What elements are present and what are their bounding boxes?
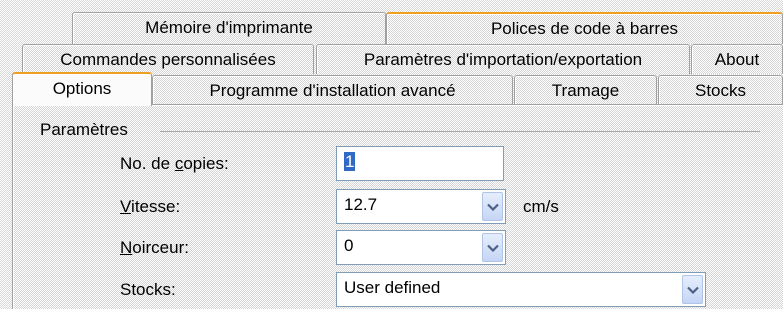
tab-polices-code-barres[interactable]: Polices de code à barres <box>386 12 783 44</box>
tab-label: About <box>714 50 760 69</box>
copies-input[interactable]: 1 <box>336 146 504 181</box>
tab-options[interactable]: Options <box>12 72 152 106</box>
speed-value: 12.7 <box>344 195 378 214</box>
stocks-dropdown-button[interactable] <box>682 275 703 304</box>
tab-stocks[interactable]: Stocks <box>658 75 783 104</box>
darkness-value: 0 <box>344 236 354 255</box>
group-divider <box>160 131 760 132</box>
tab-memoire-imprimante[interactable]: Mémoire d'imprimante <box>72 12 386 44</box>
tab-label: Tramage <box>551 81 620 100</box>
tab-programme-installation-avance[interactable]: Programme d'installation avancé <box>152 75 513 104</box>
tab-label: Stocks <box>694 81 747 100</box>
stocks-value: User defined <box>344 278 441 297</box>
speed-label: Vitesse: <box>120 197 181 216</box>
chevron-down-icon <box>486 244 499 252</box>
darkness-select[interactable]: 0 <box>336 230 506 265</box>
tab-commandes-personnalisees[interactable]: Commandes personnalisées <box>22 44 314 74</box>
speed-select[interactable]: 12.7 <box>336 189 506 224</box>
copies-value: 1 <box>344 152 356 171</box>
group-title: Paramètres <box>40 120 128 139</box>
chevron-down-icon <box>686 286 699 294</box>
darkness-label: Noirceur: <box>120 238 189 257</box>
tab-label: Mémoire d'imprimante <box>145 18 313 37</box>
tab-about[interactable]: About <box>691 44 783 74</box>
stocks-select[interactable]: User defined <box>336 272 706 307</box>
chevron-down-icon <box>486 203 499 211</box>
tab-label: Commandes personnalisées <box>60 50 276 69</box>
stocks-label: Stocks: <box>120 280 176 299</box>
darkness-dropdown-button[interactable] <box>482 233 503 262</box>
copies-label: No. de copies: <box>120 154 229 173</box>
tab-parametres-import-export[interactable]: Paramètres d'importation/exportation <box>316 44 690 74</box>
speed-unit: cm/s <box>523 197 559 216</box>
tab-tramage[interactable]: Tramage <box>514 75 657 104</box>
tab-label: Options <box>52 79 112 98</box>
tab-label: Polices de code à barres <box>490 19 679 38</box>
tab-label: Programme d'installation avancé <box>209 81 456 100</box>
tab-label: Paramètres d'importation/exportation <box>363 50 643 69</box>
speed-dropdown-button[interactable] <box>482 192 503 221</box>
